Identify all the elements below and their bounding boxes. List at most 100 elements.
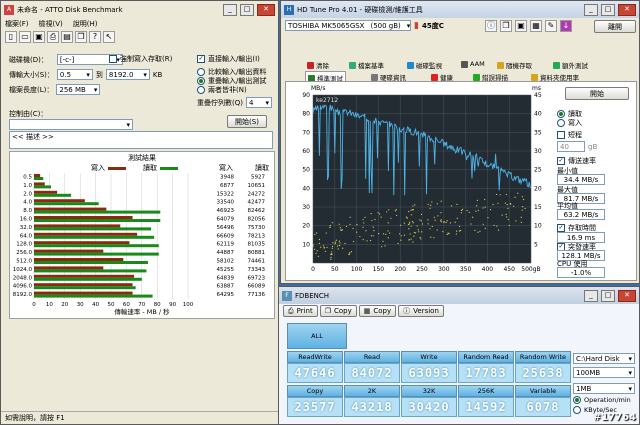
short-row: 短程 xyxy=(557,130,582,140)
maximize-button[interactable]: □ xyxy=(601,3,615,16)
operation-radio[interactable] xyxy=(573,396,581,404)
new-file-icon[interactable]: ▯ xyxy=(5,31,17,43)
kbyte-radio[interactable] xyxy=(573,406,581,414)
variable-button[interactable]: Variable xyxy=(515,385,571,397)
access-time-point xyxy=(431,201,433,203)
access-time-point xyxy=(484,206,486,208)
start-button[interactable]: 開始(S) xyxy=(227,115,267,128)
32k-button[interactable]: 32K xyxy=(401,385,457,397)
minimize-button[interactable]: _ xyxy=(584,3,598,16)
transfer-size-row: 傳輸大小(S)： 0.5 ▾ 到 8192.0 ▾ KB xyxy=(9,69,162,80)
access-time-point xyxy=(385,233,387,235)
chevron-down-icon: ▾ xyxy=(265,98,269,107)
tab-erase[interactable]: 清除 xyxy=(305,59,331,71)
compare-io-radio[interactable] xyxy=(197,68,205,76)
short-size-unit: gB xyxy=(588,142,598,151)
copy-icon[interactable]: ❐ xyxy=(75,31,87,43)
transfer-from-select[interactable]: 0.5 ▾ xyxy=(56,69,93,80)
save-icon[interactable]: ▣ xyxy=(515,20,527,32)
access-time-point xyxy=(331,253,333,256)
queue-depth-select[interactable]: 4 ▾ xyxy=(245,97,272,108)
access-time-point xyxy=(334,241,337,243)
y-right-tick-label: 10 xyxy=(534,223,542,230)
copy-button[interactable]: ❐ Copy xyxy=(319,305,357,317)
save-icon[interactable]: ▣ xyxy=(33,31,45,43)
access-time-point xyxy=(420,220,422,222)
close-button[interactable]: ✕ xyxy=(618,3,636,16)
write-value: 63093 xyxy=(401,363,457,383)
context-help-icon[interactable]: ↖ xyxy=(103,31,115,43)
menu-help[interactable]: 說明(H) xyxy=(73,19,98,29)
drive-select[interactable]: TOSHIBA MK5065GSX (500 gB) ▾ xyxy=(285,20,411,31)
speaker-icon xyxy=(461,60,468,68)
menu-file[interactable]: 檔案(F) xyxy=(5,19,29,29)
menu-view[interactable]: 檢視(V) xyxy=(39,19,63,29)
description-field[interactable]: << 描述 >> xyxy=(9,131,273,149)
drive-select[interactable]: C:\Hard Disk ▾ xyxy=(573,353,635,364)
access-time-point xyxy=(384,245,386,247)
info-icon[interactable]: ⓘ xyxy=(485,20,497,32)
help-icon[interactable]: ? xyxy=(89,31,101,43)
read-button[interactable]: Read xyxy=(344,351,400,363)
access-time-point xyxy=(329,226,331,228)
read-value-label: 10651 xyxy=(248,183,266,189)
write-button[interactable]: Write xyxy=(401,351,457,363)
neither-radio[interactable] xyxy=(197,86,205,94)
block-size-select[interactable]: 1MB ▾ xyxy=(573,383,635,394)
size-select[interactable]: 100MB ▾ xyxy=(573,367,635,378)
options-icon[interactable]: ✎ xyxy=(545,20,557,32)
close-button[interactable]: ✕ xyxy=(257,3,275,16)
maximize-button[interactable]: □ xyxy=(601,289,615,302)
short-size-input[interactable]: 40 xyxy=(557,141,585,152)
tab-aam[interactable]: AAM xyxy=(459,59,487,69)
readwrite-button[interactable]: ReadWrite xyxy=(287,351,343,363)
controlled-select[interactable]: ▾ xyxy=(9,119,133,130)
direct-io-checkbox[interactable]: ✓ xyxy=(197,55,205,63)
total-length-select[interactable]: 256 MB ▾ xyxy=(56,84,101,95)
help-icon[interactable]: ↓ xyxy=(560,20,572,32)
access-time-point xyxy=(420,238,422,240)
close-button[interactable]: ✕ xyxy=(618,289,636,302)
maximize-button[interactable]: □ xyxy=(240,3,254,16)
transfer-to-select[interactable]: 8192.0 ▾ xyxy=(105,69,150,80)
copy-icon[interactable]: ❐ xyxy=(500,20,512,32)
random-read-button[interactable]: Random Read xyxy=(458,351,514,363)
tab-random-access[interactable]: 隨機存取 xyxy=(495,59,534,71)
minimize-button[interactable]: _ xyxy=(223,3,237,16)
screenshot-icon[interactable]: ▦ xyxy=(530,20,542,32)
write-radio[interactable] xyxy=(557,119,565,127)
print-button[interactable]: ⎙ Print xyxy=(283,305,318,317)
open-folder-icon[interactable]: ▭ xyxy=(19,31,31,43)
force-write-label: 強制寫入存取(R) xyxy=(120,55,173,63)
version-button[interactable]: ⓘ Version xyxy=(398,305,444,317)
access-time-point xyxy=(317,255,319,257)
copy-image-button[interactable]: ▦ Copy xyxy=(358,305,397,317)
256k-button[interactable]: 256K xyxy=(458,385,514,397)
minimize-button[interactable]: _ xyxy=(584,289,598,302)
copy-test-button[interactable]: Copy xyxy=(287,385,343,397)
transfer-rate-checkbox[interactable]: ✓ xyxy=(557,157,565,165)
read-radio[interactable] xyxy=(557,110,565,118)
random-write-button[interactable]: Random Write xyxy=(515,351,571,363)
print-icon[interactable]: ⎙ xyxy=(47,31,59,43)
hdtune-start-button[interactable]: 開始 xyxy=(565,87,629,100)
controlled-label-row: 控制由(C)： xyxy=(9,109,47,119)
access-time-checkbox[interactable]: ✓ xyxy=(557,224,565,232)
tab-disk-monitor[interactable]: 磁碟監視 xyxy=(405,59,444,71)
temperature: 45度C xyxy=(421,21,444,30)
preview-icon[interactable]: ▤ xyxy=(61,31,73,43)
access-time-point xyxy=(450,205,453,207)
tab-file-benchmark[interactable]: 檔案基準 xyxy=(347,59,386,71)
2k-button[interactable]: 2K xyxy=(344,385,400,397)
short-checkbox[interactable] xyxy=(557,131,565,139)
force-write-checkbox[interactable] xyxy=(109,55,117,63)
access-time-point xyxy=(440,220,442,222)
all-button[interactable]: ALL xyxy=(287,323,347,349)
exit-button[interactable]: 離開 xyxy=(594,20,636,33)
write-value-label: 66609 xyxy=(217,233,235,239)
access-time-point xyxy=(403,234,406,236)
tab-extra-tests[interactable]: 額外測試 xyxy=(551,59,590,71)
access-time-point xyxy=(373,229,375,232)
access-time-point xyxy=(382,233,385,235)
overlapped-radio[interactable] xyxy=(197,77,205,85)
